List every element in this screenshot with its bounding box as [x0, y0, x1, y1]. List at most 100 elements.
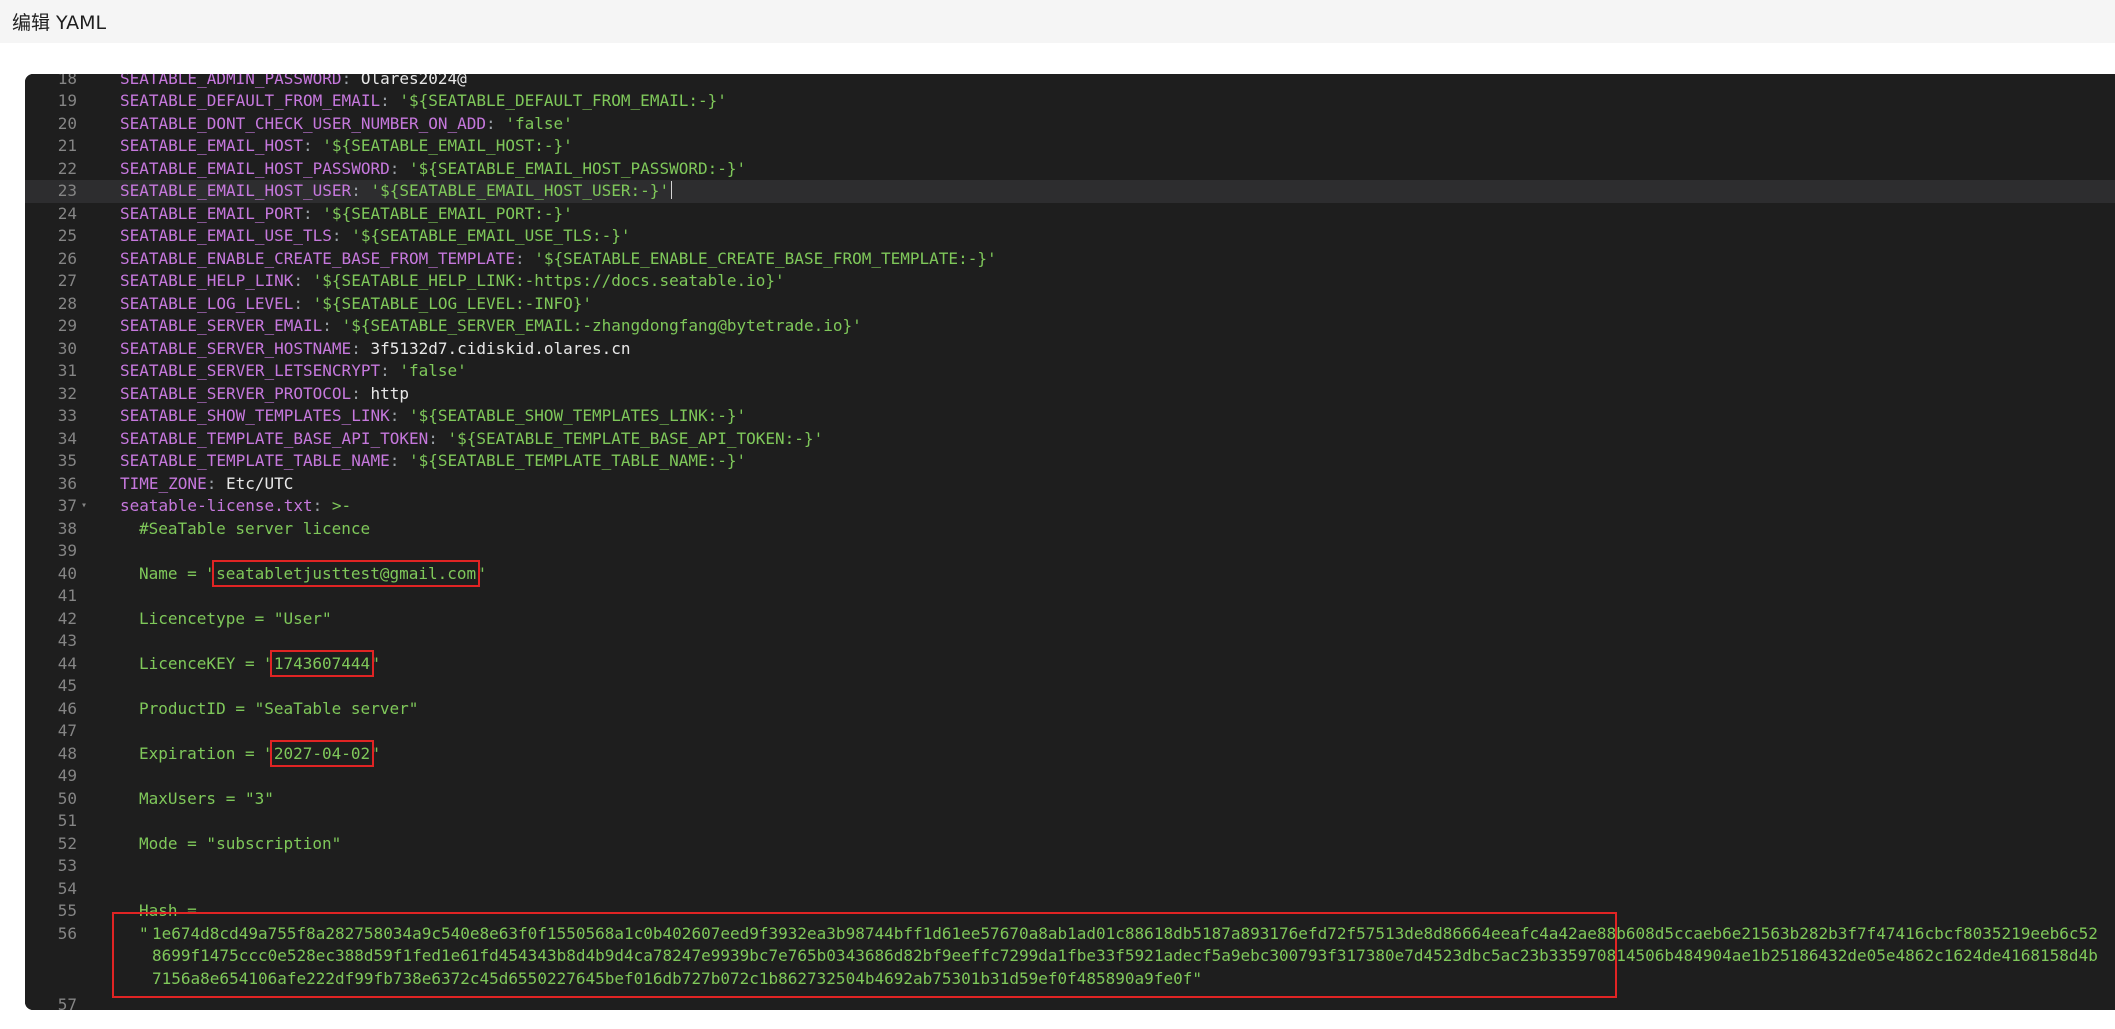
line-number: 50 — [57, 788, 77, 808]
code-line[interactable]: 43 — [25, 630, 2115, 653]
fold-chevron-icon[interactable]: ▾ — [81, 495, 87, 518]
line-content: Mode = "subscription" — [139, 833, 341, 856]
line-content: SEATABLE_TEMPLATE_BASE_API_TOKEN: '${SEA… — [120, 428, 823, 451]
yaml-value: >- — [331, 496, 352, 515]
code-line[interactable]: 22 SEATABLE_EMAIL_HOST_PASSWORD: '${SEATA… — [25, 158, 2115, 181]
code-line[interactable]: 45 — [25, 675, 2115, 698]
code-line[interactable]: 54 — [25, 878, 2115, 901]
code-line[interactable]: 18 SEATABLE_ADMIN_PASSWORD: Olares2024@ — [25, 74, 2115, 90]
code-line[interactable]: 46 ProductID = "SeaTable server" — [25, 698, 2115, 721]
yaml-key: SEATABLE_LOG_LEVEL — [120, 293, 294, 313]
line-number: 42 — [57, 608, 77, 628]
code-line[interactable]: 53 — [25, 855, 2115, 878]
code-line[interactable]: 28 SEATABLE_LOG_LEVEL: '${SEATABLE_LOG_LE… — [25, 293, 2115, 316]
yaml-value: '${SEATABLE_LOG_LEVEL:-INFO}' — [312, 293, 593, 313]
line-number: 51 — [57, 811, 77, 830]
license-field-suffix: " — [370, 653, 380, 673]
code-line[interactable]: 26 SEATABLE_ENABLE_CREATE_BASE_FROM_TEMPL… — [25, 248, 2115, 271]
code-line[interactable]: 47 — [25, 720, 2115, 743]
yaml-value: '${SEATABLE_SHOW_TEMPLATES_LINK:-}' — [408, 406, 747, 425]
hash-value[interactable]: 1e674d8cd49a755f8a282758034a9c540e8e63f0… — [152, 923, 2102, 991]
license-field-prefix: Expiration = " — [139, 743, 274, 763]
code-line[interactable]: 19 SEATABLE_DEFAULT_FROM_EMAIL: '${SEATAB… — [25, 90, 2115, 113]
code-line[interactable]: 20 SEATABLE_DONT_CHECK_USER_NUMBER_ON_ADD… — [25, 113, 2115, 136]
code-line[interactable]: 42 Licencetype = "User" — [25, 608, 2115, 631]
line-number: 53 — [57, 856, 77, 875]
code-line[interactable]: 34 SEATABLE_TEMPLATE_BASE_API_TOKEN: '${S… — [25, 428, 2115, 451]
yaml-value: '${SEATABLE_EMAIL_HOST_USER:-}' — [370, 181, 670, 200]
yaml-key: SEATABLE_DONT_CHECK_USER_NUMBER_ON_ADD — [120, 113, 487, 133]
code-line[interactable]: 41 — [25, 585, 2115, 608]
yaml-colon: : — [351, 383, 371, 403]
code-line[interactable]: 57 — [25, 994, 2115, 1010]
code-line[interactable]: 37 ▾ seatable-license.txt: >- — [25, 495, 2115, 518]
license-field-value: 1743607444 — [269, 649, 375, 677]
line-content: Hash = — [139, 900, 197, 923]
code-line[interactable]: 21 SEATABLE_EMAIL_HOST: '${SEATABLE_EMAIL… — [25, 135, 2115, 158]
code-line[interactable]: 39 — [25, 540, 2115, 563]
line-number: 54 — [57, 878, 77, 898]
code-line[interactable]: 49 — [25, 765, 2115, 788]
yaml-colon: : — [312, 496, 332, 515]
hash-text: 1e674d8cd49a755f8a282758034a9c540e8e63f0… — [152, 923, 2098, 988]
line-number: 30 — [57, 338, 77, 358]
code-area[interactable]: 18 SEATABLE_ADMIN_PASSWORD: Olares2024@ 19… — [25, 74, 2115, 1010]
code-line[interactable]: 30 SEATABLE_SERVER_HOSTNAME: 3f5132d7.cid… — [25, 338, 2115, 361]
yaml-colon: : — [303, 203, 323, 223]
code-line[interactable]: 55 Hash = — [25, 900, 2115, 923]
code-line[interactable]: 44 LicenceKEY = "1743607444" — [25, 649, 2115, 677]
code-line[interactable]: 23 SEATABLE_EMAIL_HOST_USER: '${SEATABLE_… — [25, 180, 2115, 203]
license-text: Licencetype = "User" — [139, 608, 332, 628]
yaml-key: SEATABLE_TEMPLATE_BASE_API_TOKEN — [120, 428, 429, 448]
code-line[interactable]: 32 SEATABLE_SERVER_PROTOCOL: http — [25, 383, 2115, 406]
header: 编辑 YAML — [0, 0, 2115, 43]
code-line[interactable]: 36 TIME_ZONE: Etc/UTC — [25, 473, 2115, 496]
line-content: LicenceKEY = "1743607444" — [139, 649, 380, 677]
yaml-colon: : — [341, 74, 361, 88]
line-content: SEATABLE_ENABLE_CREATE_BASE_FROM_TEMPLAT… — [120, 248, 997, 271]
code-line[interactable]: 48 Expiration = "2027-04-02" — [25, 739, 2115, 767]
line-number: 57 — [57, 995, 77, 1010]
yaml-colon: : — [351, 338, 371, 358]
line-number: 52 — [57, 833, 77, 853]
code-line[interactable]: 52 Mode = "subscription" — [25, 833, 2115, 856]
code-line[interactable]: 40 Name = "seatabletjusttest@gmail.com" — [25, 559, 2115, 587]
line-content: SEATABLE_EMAIL_USE_TLS: '${SEATABLE_EMAI… — [120, 225, 631, 248]
yaml-value: '${SEATABLE_SERVER_EMAIL:-zhangdongfang@… — [341, 316, 862, 335]
code-line[interactable]: 33 SEATABLE_SHOW_TEMPLATES_LINK: '${SEATA… — [25, 405, 2115, 428]
line-number: 33 — [57, 406, 77, 425]
code-line[interactable]: 38 #SeaTable server licence — [25, 518, 2115, 541]
yaml-editor[interactable]: 18 SEATABLE_ADMIN_PASSWORD: Olares2024@ 19… — [25, 74, 2115, 1010]
line-number: 37 — [57, 496, 77, 515]
line-content: SEATABLE_EMAIL_HOST: '${SEATABLE_EMAIL_H… — [120, 135, 573, 158]
line-number: 27 — [57, 271, 77, 290]
code-line[interactable]: 29 SEATABLE_SERVER_EMAIL: '${SEATABLE_SER… — [25, 315, 2115, 338]
yaml-key: SEATABLE_ENABLE_CREATE_BASE_FROM_TEMPLAT… — [120, 248, 515, 268]
line-content: SEATABLE_SHOW_TEMPLATES_LINK: '${SEATABL… — [120, 405, 746, 428]
yaml-value: '${SEATABLE_HELP_LINK:-https://docs.seat… — [312, 271, 785, 290]
line-number: 24 — [57, 203, 77, 223]
line-content: SEATABLE_DONT_CHECK_USER_NUMBER_ON_ADD: … — [120, 113, 573, 136]
yaml-value: Etc/UTC — [225, 473, 294, 493]
yaml-colon: : — [322, 316, 342, 335]
code-line[interactable]: 25 SEATABLE_EMAIL_USE_TLS: '${SEATABLE_EM… — [25, 225, 2115, 248]
line-number: 39 — [57, 541, 77, 560]
code-line[interactable]: 31 SEATABLE_SERVER_LETSENCRYPT: 'false' — [25, 360, 2115, 383]
line-number: 46 — [57, 698, 77, 718]
code-line[interactable]: 51 — [25, 810, 2115, 833]
yaml-key: SEATABLE_EMAIL_HOST — [120, 136, 304, 155]
line-number: 31 — [57, 361, 77, 380]
license-field-suffix: " — [370, 743, 380, 763]
line-number: 28 — [57, 293, 77, 313]
license-text: MaxUsers = "3" — [139, 788, 274, 808]
code-line[interactable]: 50 MaxUsers = "3" — [25, 788, 2115, 811]
code-line[interactable]: 35 SEATABLE_TEMPLATE_TABLE_NAME: '${SEATA… — [25, 450, 2115, 473]
yaml-value: 'false' — [505, 113, 573, 133]
line-number: 38 — [57, 518, 77, 538]
text-cursor — [671, 181, 673, 199]
line-content: SEATABLE_DEFAULT_FROM_EMAIL: '${SEATABLE… — [120, 90, 727, 113]
yaml-value: '${SEATABLE_ENABLE_CREATE_BASE_FROM_TEMP… — [534, 248, 997, 268]
code-line[interactable]: 27 SEATABLE_HELP_LINK: '${SEATABLE_HELP_L… — [25, 270, 2115, 293]
line-content: SEATABLE_EMAIL_HOST_USER: '${SEATABLE_EM… — [120, 180, 673, 203]
code-line[interactable]: 24 SEATABLE_EMAIL_PORT: '${SEATABLE_EMAIL… — [25, 203, 2115, 226]
